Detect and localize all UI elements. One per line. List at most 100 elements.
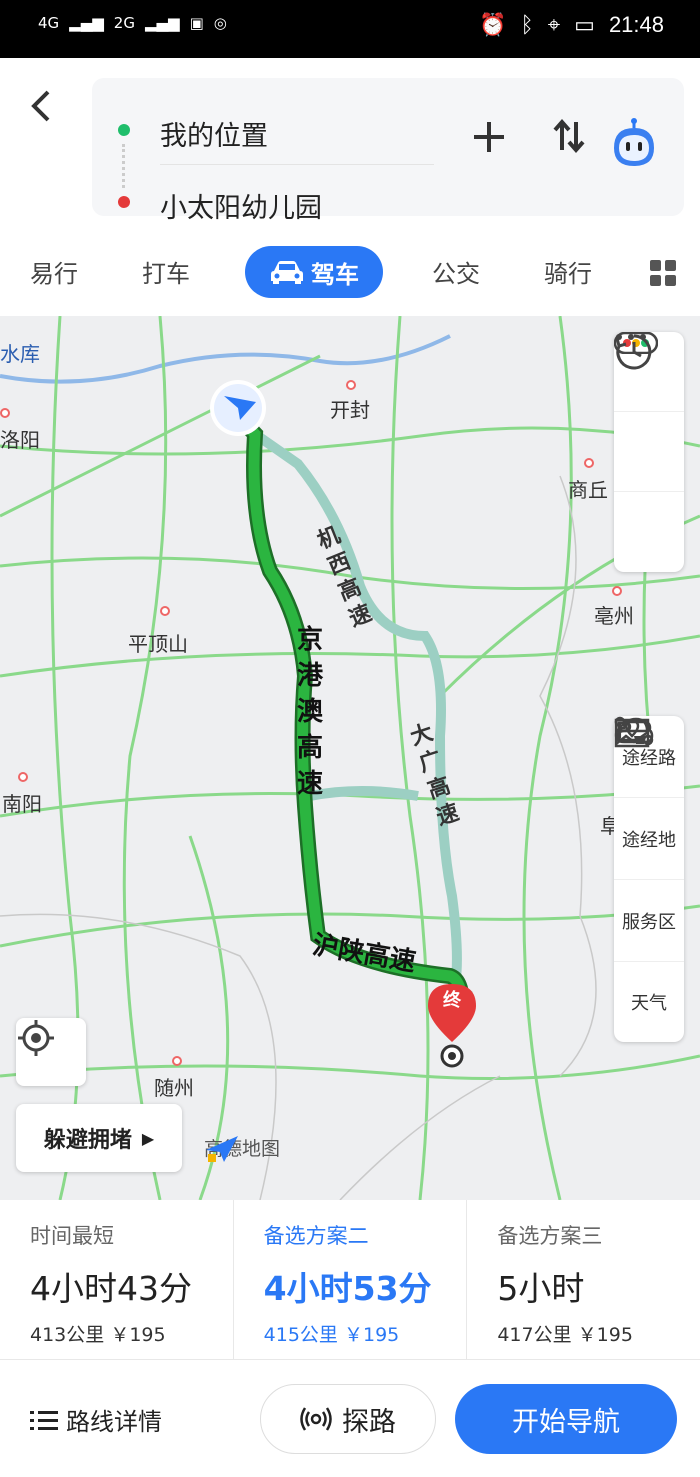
probe-route-button[interactable]: 探路 [260,1384,436,1454]
probe-route-label: 探路 [342,1406,396,1438]
broadcast-icon [300,1407,332,1431]
city-label: 南阳 [2,792,42,816]
location-icon: ⌖ [547,12,561,38]
weather-button[interactable]: 天气 [614,717,684,1042]
plan-price: ￥195 [343,1324,400,1346]
map-tools-panel [614,332,684,572]
alarm-icon: ⏰ [479,12,507,38]
city-dot-icon [160,606,170,616]
back-arrow-icon [31,90,50,122]
play-triangle-icon: ▶ [141,1128,155,1148]
route-header: 我的位置 小太阳幼儿园 [0,58,700,236]
city-dot-icon [172,1056,182,1066]
divider [160,164,434,165]
tab-yixing[interactable]: 易行 [30,254,78,289]
list-icon [30,1410,58,1430]
route-options-panel: 途经路 途经地 P 服务区 天气 [614,716,684,1042]
swap-route-button[interactable] [552,118,586,162]
route-plan-2[interactable]: 备选方案二 4小时53分 415公里 ￥195 [234,1200,468,1359]
route-connector [122,144,126,188]
back-button[interactable] [26,86,56,135]
alt-route-line [252,429,473,1001]
assistant-avatar-icon[interactable] [610,118,658,168]
amap-logo-icon [206,1136,238,1162]
more-modes-grid-icon[interactable] [650,260,676,286]
start-navigation-button[interactable]: 开始导航 [455,1384,677,1454]
plan-price: ￥195 [577,1324,633,1346]
destination-pin-label: 终 [443,990,461,1011]
plan-duration: 4小时53分 [263,1269,432,1308]
route-plan-3[interactable]: 备选方案三 5小时 417公里 ￥195 [467,1200,700,1359]
road-network [0,316,700,1200]
map-canvas [0,316,700,1200]
tab-taxi[interactable]: 打车 [142,254,190,289]
city-label: 平顶山 [128,632,188,656]
add-waypoint-button[interactable] [472,120,506,163]
plan-info: 417公里 ￥195 [497,1320,700,1347]
tab-drive-label: 驾车 [311,260,359,289]
amap-logo: 高德地图 [204,1134,280,1162]
plus-icon [474,122,504,152]
status-bar: 4G ▂▄▆ 2G ▂▄▆ ▣ ◎ ⏰ ᛒ ⌖ ▭ 21:48 [0,0,700,58]
plan-title: 时间最短 [30,1224,114,1248]
locate-button[interactable] [16,1018,86,1086]
waypoint-place-label: 途经地 [622,829,676,851]
action-bar: 路线详情 探路 开始导航 [0,1360,700,1477]
avoid-congestion-label: 躲避拥堵 [43,1128,132,1153]
route-plans: 时间最短 4小时43分 413公里 ￥195 备选方案二 4小时53分 415公… [0,1200,700,1360]
swap-icon [553,118,585,154]
signal-bars-icon: ▂▄▆ [144,14,180,32]
bluetooth-icon: ᛒ [520,12,534,38]
service-area-label: 服务区 [622,911,676,933]
tab-bike[interactable]: 骑行 [544,254,592,289]
city-label: 亳州 [594,604,634,628]
time-plan-button[interactable] [614,334,684,492]
tab-drive[interactable]: 驾车 [245,246,383,298]
city-dot-icon [584,458,594,468]
destination-field[interactable]: 小太阳幼儿园 [160,186,322,225]
city-label: 商丘 [568,478,608,502]
city-dot-icon [0,408,10,418]
city-label: 水库 [0,342,40,366]
more-dots-icon [616,334,646,340]
plan-title: 备选方案三 [497,1224,603,1248]
car-icon [271,261,303,284]
route-plan-1[interactable]: 时间最短 4小时43分 413公里 ￥195 [0,1200,234,1359]
weather-cloud-icon [614,717,654,744]
plan-info: 415公里 ￥195 [264,1320,467,1347]
battery-icon: ▭ [574,12,595,38]
service-area-button[interactable]: P 服务区 [614,717,684,962]
plan-info: 413公里 ￥195 [30,1320,233,1347]
city-dot-icon [612,586,622,596]
plan-price: ￥195 [110,1324,166,1346]
weather-label: 天气 [631,993,667,1014]
origin-field[interactable]: 我的位置 [160,114,268,153]
more-tools-button[interactable] [614,334,684,572]
plan-title: 备选方案二 [263,1224,369,1248]
road-label-jinggangao: 京港澳高速 [296,625,323,799]
crosshair-icon [18,1020,54,1056]
waypoint-place-button[interactable]: 途经地 [614,718,684,880]
city-dot-icon [346,380,356,390]
avoid-congestion-button[interactable]: 躲避拥堵 ▶ [16,1104,182,1172]
city-dot-icon [18,772,28,782]
clock: 21:48 [608,12,664,37]
map-view[interactable]: 水库 开封 商丘 洛阳 平顶山 亳州 南阳 随州 阜 京港澳高速 机西高速 大广… [0,316,700,1200]
river [0,334,451,384]
province-borders [0,475,597,1200]
signal-2g-indicator: 2G [113,14,135,32]
plan-duration: 4小时43分 [30,1269,192,1308]
app-notification-icon: ▣ [189,14,204,32]
transport-mode-tabs: 易行 打车 驾车 公交 骑行 [0,236,700,316]
tab-bus[interactable]: 公交 [432,254,480,289]
plan-duration: 5小时 [497,1269,585,1308]
city-label: 开封 [330,398,370,422]
destination-dot-icon [118,196,130,208]
city-label: 随州 [154,1076,194,1100]
plan-distance: 415公里 [263,1324,338,1346]
route-detail-button[interactable]: 路线详情 [30,1402,162,1437]
city-label: 洛阳 [0,428,40,452]
plan-distance: 417公里 [497,1324,572,1346]
wechat-icon: ◎ [213,14,227,32]
signal-4g-indicator: 4G [38,14,60,32]
